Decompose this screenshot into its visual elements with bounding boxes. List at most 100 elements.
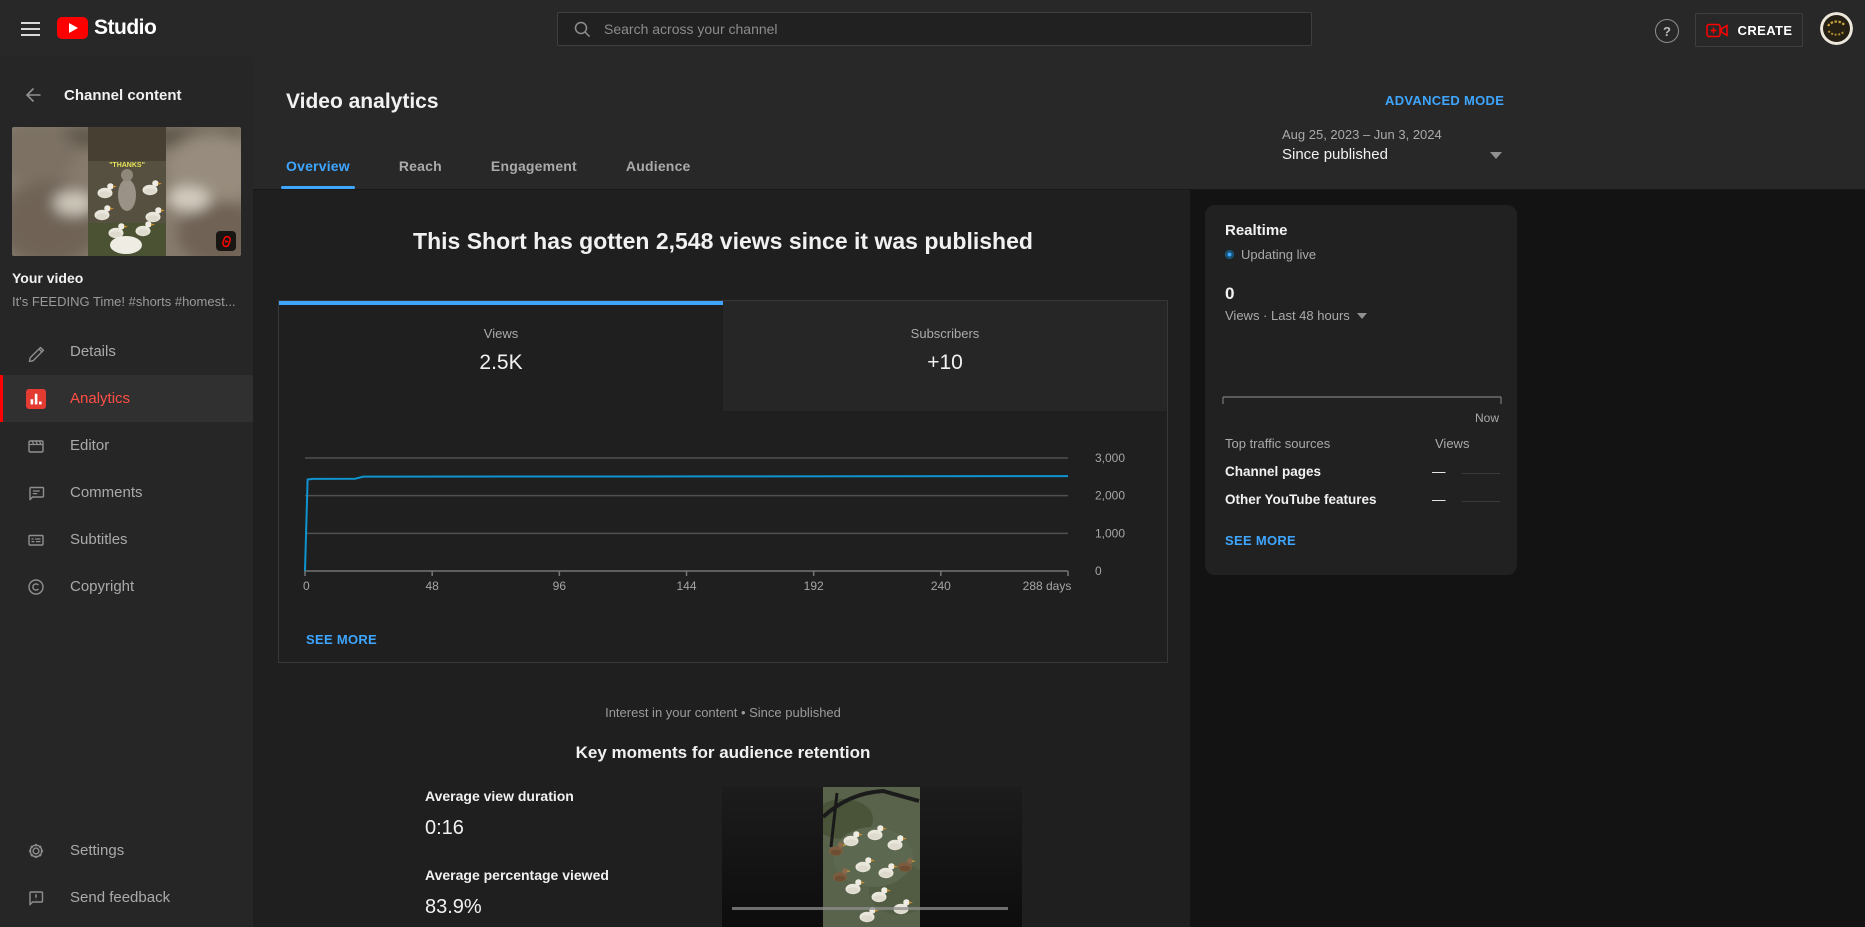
search-input[interactable]: [602, 20, 1311, 38]
realtime-panel: Realtime Updating live 0 Views · Last 48…: [1190, 190, 1865, 927]
tab-reach[interactable]: Reach: [399, 158, 442, 189]
retention-stats: Average view duration 0:16 Average perce…: [425, 788, 609, 919]
youtube-studio-logo[interactable]: Studio: [57, 16, 157, 40]
avg-view-duration-value: 0:16: [425, 817, 464, 839]
sidebar-item-subtitles[interactable]: Subtitles: [0, 516, 253, 563]
svg-text:0: 0: [1095, 564, 1102, 578]
realtime-see-more-link[interactable]: SEE MORE: [1225, 533, 1296, 548]
youtube-studio-app: Studio ? CREATE: [0, 0, 1865, 927]
sidebar-header: Channel content: [0, 79, 182, 111]
avg-percentage-viewed-value: 83.9%: [425, 896, 482, 918]
svg-text:240: 240: [931, 579, 951, 593]
create-label: CREATE: [1737, 22, 1793, 38]
date-range-picker[interactable]: Aug 25, 2023 – Jun 3, 2024 Since publish…: [1282, 127, 1512, 163]
avg-view-duration-label: Average view duration: [425, 788, 574, 804]
realtime-title: Realtime: [1225, 222, 1288, 239]
traffic-row-other-features[interactable]: Other YouTube features —: [1225, 492, 1500, 507]
clapperboard-icon: [28, 439, 44, 453]
date-mode: Since published: [1282, 146, 1388, 163]
sidebar-item-details[interactable]: Details: [0, 328, 253, 375]
analytics-tabs: Overview Reach Engagement Audience: [281, 158, 740, 189]
page-title: Video analytics: [286, 90, 439, 113]
create-icon: [1705, 23, 1728, 37]
product-name: Studio: [94, 16, 157, 39]
date-range: Aug 25, 2023 – Jun 3, 2024: [1282, 127, 1442, 142]
realtime-count: 0: [1225, 284, 1235, 303]
svg-text:2,000: 2,000: [1095, 489, 1125, 503]
retention-title: Key moments for audience retention: [575, 743, 871, 762]
retention-thumbnail: [823, 787, 920, 927]
views-chart-card: Views 2.5K Subscribers +10 0 1,000 2,000 3,…: [278, 300, 1168, 663]
row-baseline: [1462, 473, 1500, 474]
sidebar-item-settings[interactable]: Settings: [0, 827, 253, 874]
realtime-sparkline: [1222, 396, 1502, 404]
video-thumbnail[interactable]: "THANKS": [12, 127, 241, 256]
chart-see-more-link[interactable]: SEE MORE: [306, 632, 377, 647]
back-arrow-icon[interactable]: [22, 84, 44, 106]
svg-text:1,000: 1,000: [1095, 526, 1125, 540]
bar-chart-icon: [26, 388, 46, 409]
realtime-card: Realtime Updating live 0 Views · Last 48…: [1205, 205, 1517, 575]
shorts-badge-icon: [216, 231, 236, 251]
traffic-row-channel-pages[interactable]: Channel pages —: [1225, 464, 1500, 479]
views-headline: This Short has gotten 2,548 views since …: [413, 228, 1033, 254]
svg-text:48: 48: [425, 579, 439, 593]
video-sidebar: Channel content "THANKS" Your video It's…: [0, 57, 253, 927]
advanced-mode-link[interactable]: ADVANCED MODE: [1385, 93, 1504, 108]
content-area: This Short has gotten 2,548 views since …: [253, 190, 1865, 927]
views-line-chart: 0 1,000 2,000 3,000 0 48 96 144 192 240 288 days: [303, 451, 1125, 593]
gear-icon: [28, 843, 44, 858]
tab-overview[interactable]: Overview: [281, 158, 355, 189]
sidebar-item-comments[interactable]: Comments: [0, 469, 253, 516]
chevron-down-icon: [1490, 152, 1502, 159]
youtube-logo-icon: [57, 17, 88, 39]
avatar[interactable]: [1820, 12, 1853, 45]
traffic-table-header: Top traffic sources Views: [1225, 436, 1470, 451]
sidebar-item-copyright[interactable]: Copyright: [0, 563, 253, 610]
metric-tabs: Views 2.5K Subscribers +10: [279, 301, 1167, 411]
row-baseline: [1462, 501, 1500, 502]
overview-panel: This Short has gotten 2,548 views since …: [253, 190, 1190, 927]
svg-text:3,000: 3,000: [1095, 451, 1125, 465]
your-video-label: Your video: [12, 270, 84, 286]
svg-text:0: 0: [303, 579, 310, 593]
live-dot-icon: [1225, 250, 1234, 259]
chevron-down-icon: [1356, 312, 1367, 319]
comment-icon: [29, 486, 45, 500]
feedback-icon: [29, 890, 44, 905]
metric-tab-views[interactable]: Views 2.5K: [279, 301, 723, 411]
svg-text:192: 192: [804, 579, 824, 593]
svg-text:96: 96: [553, 579, 567, 593]
copyright-icon: [28, 578, 44, 595]
sidebar-title: Channel content: [64, 86, 182, 104]
player-scrubber[interactable]: [732, 907, 1008, 910]
sidebar-item-analytics[interactable]: Analytics: [0, 375, 253, 422]
analytics-header: Video analytics Overview Reach Engagemen…: [253, 57, 1865, 190]
pencil-icon: [28, 346, 45, 362]
create-button[interactable]: CREATE: [1695, 13, 1803, 47]
hamburger-menu-icon[interactable]: [21, 22, 40, 36]
svg-text:"THANKS": "THANKS": [109, 162, 145, 169]
avg-percentage-viewed-label: Average percentage viewed: [425, 867, 609, 883]
realtime-status: Updating live: [1225, 247, 1316, 262]
top-bar: Studio ? CREATE: [0, 0, 1865, 57]
realtime-now-label: Now: [1474, 411, 1499, 425]
svg-text:288 days: 288 days: [1023, 579, 1072, 593]
search-icon: [574, 21, 591, 38]
sidebar-footer: Settings Send feedback: [0, 827, 253, 921]
subtitles-icon: [28, 534, 44, 546]
channel-search-bar[interactable]: [557, 12, 1312, 46]
retention-subtitle: Interest in your content • Since publish…: [605, 705, 841, 720]
video-title: It's FEEDING Time! #shorts #homest...: [12, 294, 236, 309]
svg-text:144: 144: [676, 579, 696, 593]
sidebar-menu: Details Analytics Editor Comments Subtit…: [0, 328, 253, 610]
retention-video-preview[interactable]: [722, 787, 1022, 927]
metric-tab-subscribers[interactable]: Subscribers +10: [723, 301, 1167, 411]
retention-section: Interest in your content • Since publish…: [278, 663, 1168, 927]
help-icon[interactable]: ?: [1655, 19, 1679, 43]
sidebar-item-send-feedback[interactable]: Send feedback: [0, 874, 253, 921]
realtime-count-label[interactable]: Views · Last 48 hours: [1225, 308, 1367, 323]
tab-audience[interactable]: Audience: [626, 158, 691, 189]
sidebar-item-editor[interactable]: Editor: [0, 422, 253, 469]
tab-engagement[interactable]: Engagement: [491, 158, 577, 189]
